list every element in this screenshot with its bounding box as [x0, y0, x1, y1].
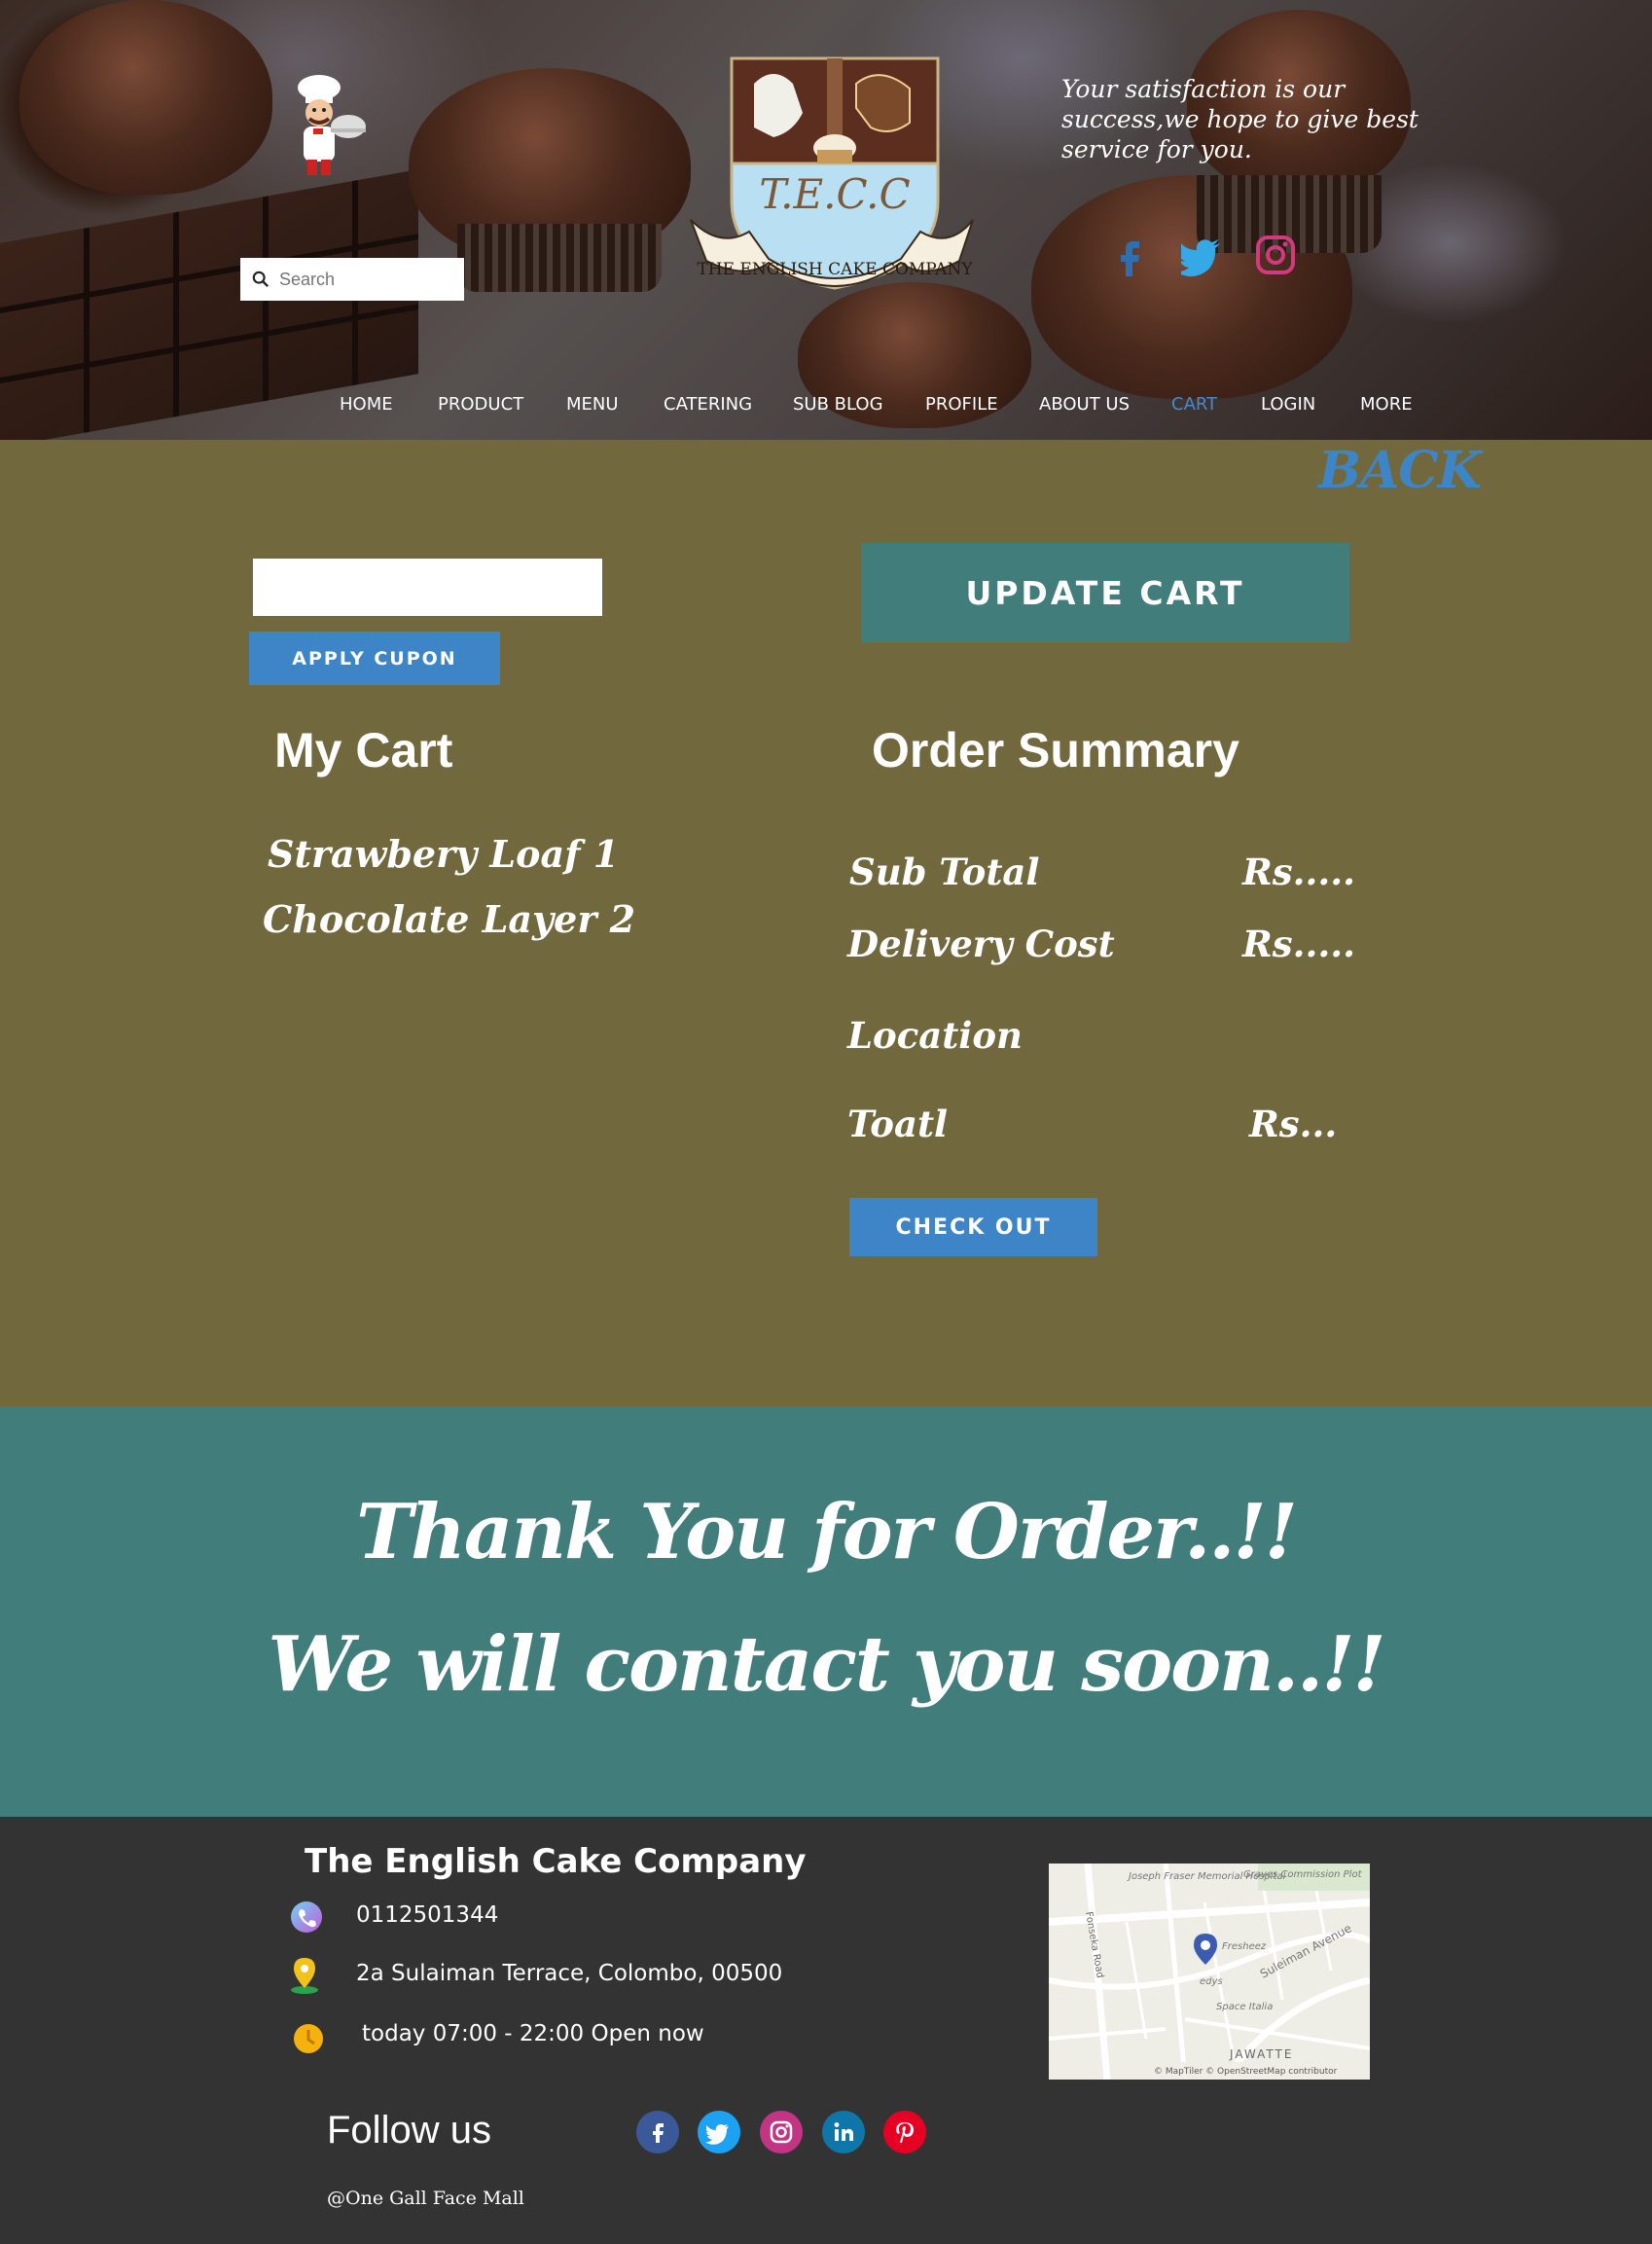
map-credit: © MapTiler © OpenStreetMap contributor [1154, 2067, 1338, 2077]
footer-phone[interactable]: 0112501344 [356, 1902, 498, 1928]
instagram-icon[interactable] [1254, 234, 1297, 276]
footer-address: 2a Sulaiman Terrace, Colombo, 00500 [356, 1961, 783, 1986]
my-cart-title: My Cart [274, 723, 453, 778]
footer-mall-location: @One Gall Face Mall [327, 2188, 524, 2209]
map-label: JAWATTE [1229, 2047, 1293, 2061]
nav-item-menu[interactable]: MENU [566, 394, 619, 415]
map-graphic: Joseph Fraser Memorial Hospital Graves C… [1049, 1864, 1370, 2080]
svg-text:THE ENGLISH CAKE COMPANY: THE ENGLISH CAKE COMPANY [697, 260, 973, 279]
delivery-cost-value: Rs..... [1242, 923, 1355, 965]
cupcake-liner [457, 224, 662, 292]
map-label: edys [1200, 1976, 1223, 1987]
hero-header: T.E.C.C THE ENGLISH CAKE COMPANY Your sa… [0, 0, 1652, 440]
total-value: Rs... [1249, 1103, 1338, 1145]
subtotal-value: Rs..... [1242, 851, 1355, 893]
facebook-icon[interactable] [636, 2111, 679, 2154]
footer [0, 1817, 1652, 2244]
instagram-icon[interactable] [760, 2111, 803, 2154]
map-label: Fresheez [1222, 1941, 1267, 1952]
cart-item: Strawbery Loaf 1 [268, 832, 620, 876]
footer-company-name: The English Cake Company [305, 1842, 807, 1881]
nav-item-more[interactable]: MORE [1360, 394, 1413, 415]
checkout-button[interactable]: CHECK OUT [849, 1198, 1097, 1256]
nav-item-home[interactable]: HOME [340, 394, 393, 415]
nav-item-login[interactable]: LOGIN [1261, 394, 1315, 415]
coupon-input[interactable] [253, 559, 602, 616]
chef-mascot-icon [298, 75, 366, 175]
order-summary-title: Order Summary [872, 723, 1239, 778]
facebook-icon[interactable] [1109, 234, 1152, 276]
apply-coupon-button[interactable]: APPLY CUPON [249, 632, 500, 685]
location-pin-icon [291, 1958, 318, 1994]
map-label: Graves Commission Plot [1243, 1869, 1363, 1880]
nav-item-profile[interactable]: PROFILE [925, 394, 998, 415]
cupcake-image [19, 0, 272, 195]
total-label: Toatl [847, 1103, 949, 1145]
subtotal-label: Sub Total [849, 851, 1040, 893]
location-label: Location [847, 1014, 1023, 1057]
nav-item-product[interactable]: PRODUCT [438, 394, 523, 415]
linkedin-icon[interactable] [822, 2111, 865, 2154]
search-icon [252, 271, 269, 288]
nav-item-cart[interactable]: CART [1171, 394, 1217, 415]
back-link[interactable]: BACK [1318, 441, 1482, 500]
main-nav: HOME PRODUCT MENU CATERING SUB BLOG PROF… [0, 394, 1652, 419]
delivery-cost-label: Delivery Cost [847, 923, 1115, 965]
pinterest-icon[interactable] [883, 2111, 926, 2154]
nav-item-catering[interactable]: CATERING [664, 394, 752, 415]
nav-item-sub-blog[interactable]: SUB BLOG [793, 394, 883, 415]
search-input[interactable] [279, 269, 454, 290]
location-map[interactable]: Joseph Fraser Memorial Hospital Graves C… [1049, 1864, 1370, 2080]
nav-item-about-us[interactable]: ABOUT US [1039, 394, 1130, 415]
footer-hours: today 07:00 - 22:00 Open now [362, 2021, 704, 2046]
company-logo[interactable]: T.E.C.C THE ENGLISH CAKE COMPANY [681, 54, 983, 300]
thank-you-banner: Thank You for Order..!! We will contact … [0, 1406, 1652, 1817]
twitter-icon[interactable] [698, 2111, 740, 2154]
follow-us-label: Follow us [327, 2109, 491, 2152]
cart-section [0, 440, 1652, 1406]
thank-you-message: Thank You for Order..!! [356, 1488, 1298, 1576]
clock-icon [294, 2024, 323, 2053]
update-cart-button[interactable]: UPDATE CART [861, 543, 1349, 642]
search-box[interactable] [240, 258, 464, 301]
contact-message: We will contact you soon..!! [268, 1620, 1385, 1709]
map-label: Space Italia [1216, 2002, 1273, 2012]
svg-text:T.E.C.C: T.E.C.C [759, 170, 910, 218]
cart-item: Chocolate Layer 2 [263, 897, 636, 941]
phone-icon [291, 1901, 322, 1933]
twitter-icon[interactable] [1181, 234, 1224, 276]
tagline: Your satisfaction is our success,we hope… [1061, 75, 1419, 163]
